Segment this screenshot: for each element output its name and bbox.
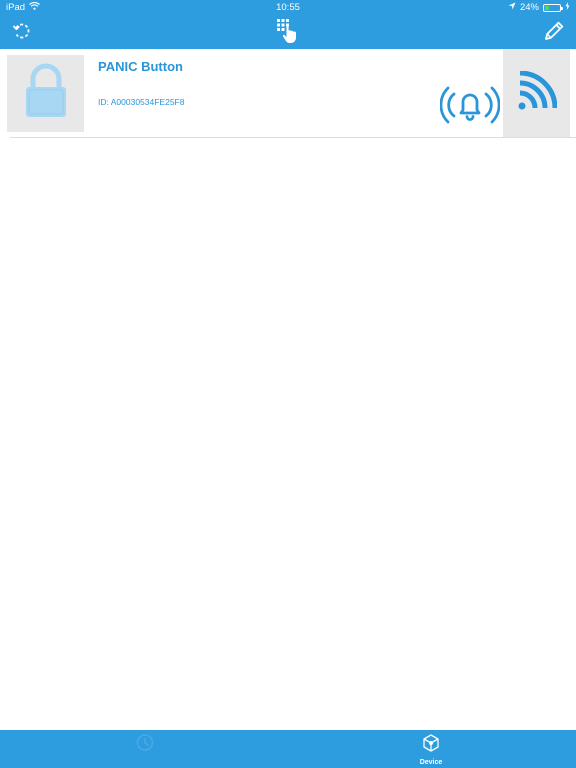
refresh-button[interactable] <box>8 19 36 47</box>
tab-history[interactable] <box>115 733 175 767</box>
charging-bolt-icon <box>565 2 570 13</box>
location-arrow-icon <box>508 2 516 13</box>
device-row[interactable]: PANIC Button ID: A00030534FE25F8 <box>0 49 576 139</box>
history-icon <box>135 733 155 758</box>
tab-device[interactable]: Device <box>401 733 461 767</box>
refresh-icon <box>12 21 32 46</box>
tab-bar: Device <box>0 730 576 768</box>
tab-device-label: Device <box>419 759 443 766</box>
battery-icon <box>543 3 563 12</box>
row-divider <box>10 137 576 138</box>
keypad-button[interactable] <box>274 18 302 49</box>
device-name: PANIC Button <box>98 59 183 74</box>
signal-button[interactable] <box>503 49 570 138</box>
edit-button[interactable] <box>540 19 568 47</box>
nav-bar <box>0 16 576 49</box>
padlock-icon <box>23 63 69 124</box>
device-thumbnail <box>7 55 84 132</box>
signal-icon <box>517 70 557 116</box>
device-icon <box>421 733 441 758</box>
status-bar: iPad 10:55 24% <box>0 0 576 16</box>
device-id: ID: A00030534FE25F8 <box>98 97 185 107</box>
status-time: 10:55 <box>276 2 300 13</box>
pencil-icon <box>543 20 565 47</box>
keypad-touch-icon <box>275 18 301 49</box>
battery-percent: 24% <box>519 2 539 13</box>
alarm-bell-icon <box>439 83 501 127</box>
